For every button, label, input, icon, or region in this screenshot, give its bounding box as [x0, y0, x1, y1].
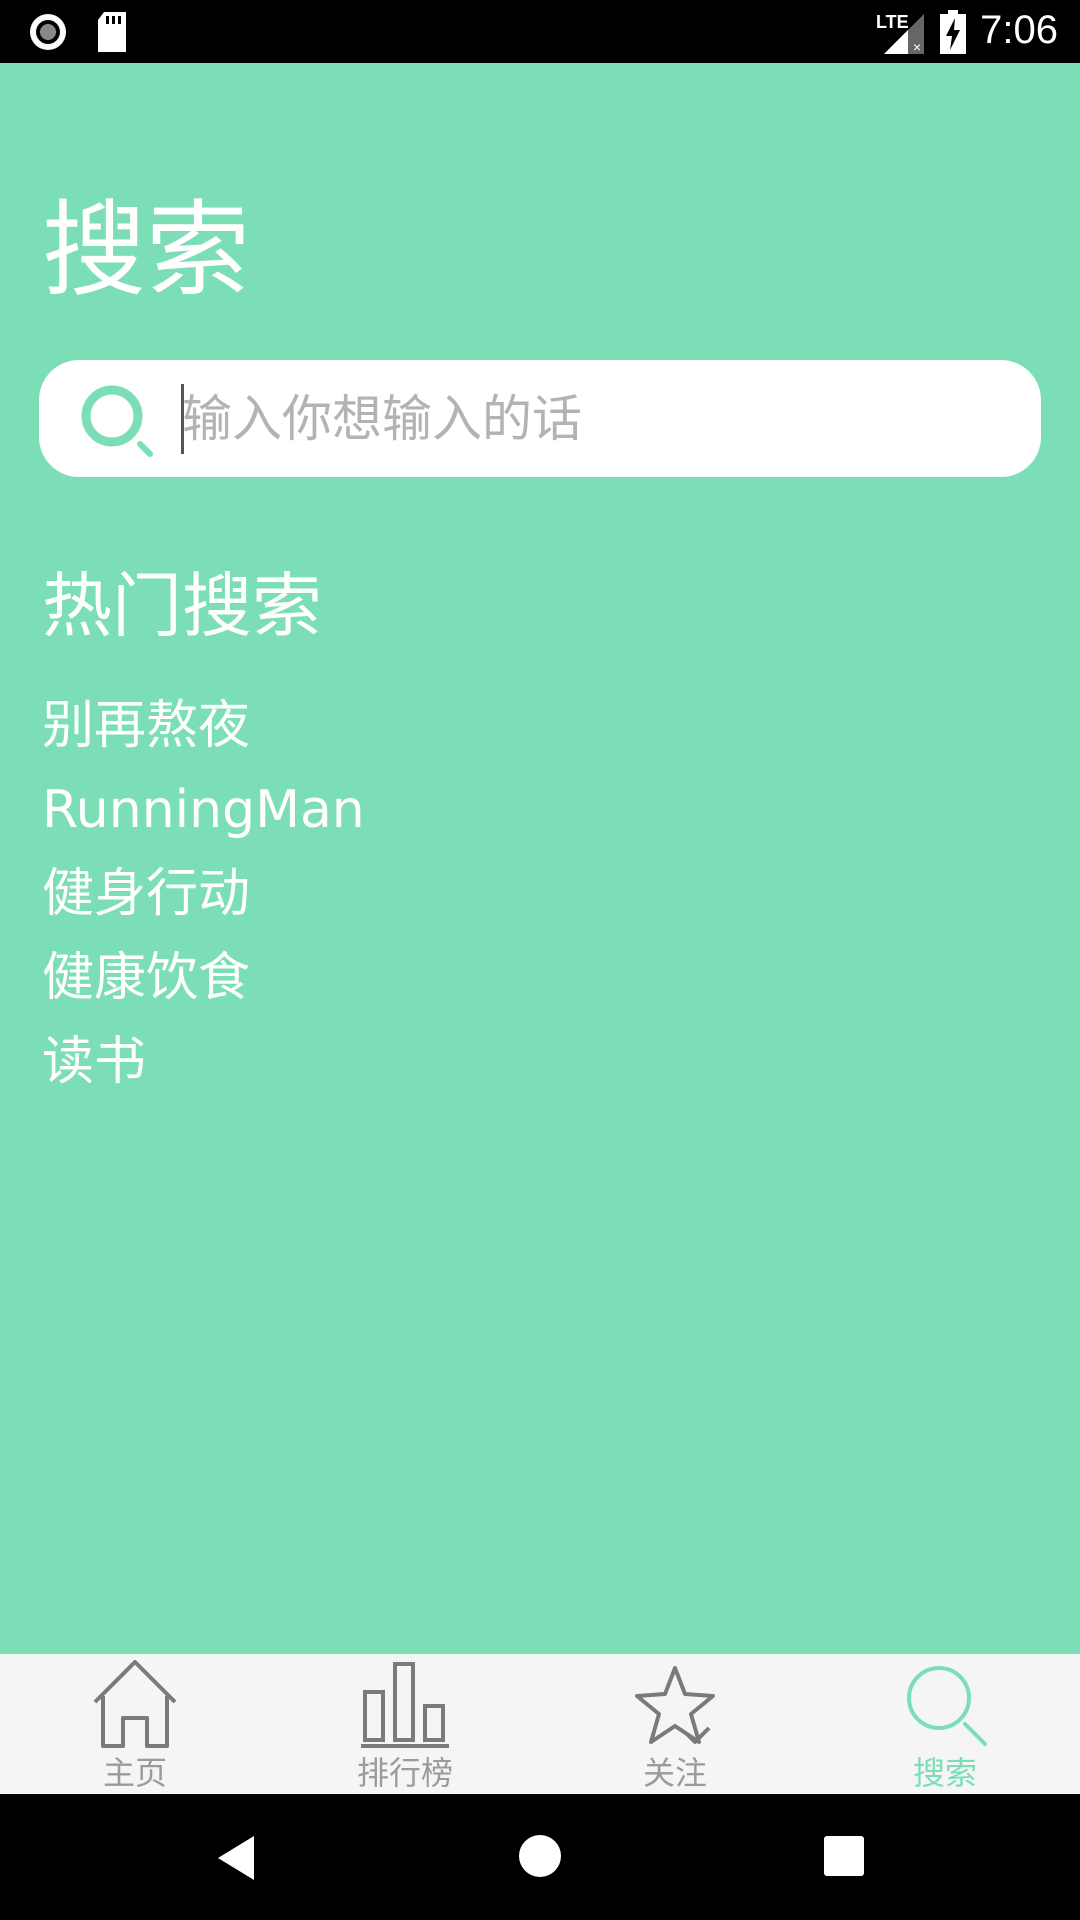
recents-icon[interactable]: [824, 1836, 864, 1876]
status-bar: LTE × 7:06: [0, 0, 1080, 63]
hot-search-item[interactable]: 健康饮食: [42, 942, 365, 1026]
nav-search[interactable]: 搜索: [810, 1654, 1080, 1794]
star-icon: [635, 1666, 715, 1744]
system-nav-bar: [0, 1794, 1080, 1920]
nav-home[interactable]: 主页: [0, 1654, 270, 1794]
battery-charging-icon: [940, 10, 966, 54]
nav-label: 搜索: [912, 1754, 977, 1792]
hot-search-item[interactable]: 读书: [42, 1026, 365, 1110]
hot-search-item[interactable]: 别再熬夜: [42, 690, 365, 774]
home-icon: [93, 1660, 177, 1748]
nav-label: 关注: [642, 1754, 707, 1792]
back-icon[interactable]: [214, 1834, 258, 1882]
status-time: 7:06: [980, 8, 1058, 52]
hot-search-title: 热门搜索: [42, 565, 322, 647]
svg-text:×: ×: [913, 39, 921, 54]
bar-chart-icon: [361, 1662, 449, 1748]
nav-label: 排行榜: [356, 1754, 453, 1792]
search-input[interactable]: [182, 384, 1002, 454]
nav-ranking[interactable]: 排行榜: [270, 1654, 540, 1794]
nav-label: 主页: [102, 1754, 167, 1792]
record-icon: [30, 14, 66, 50]
search-icon: [81, 385, 153, 457]
hot-search-list: 别再熬夜 RunningMan 健身行动 健康饮食 读书: [42, 690, 365, 1110]
page-title: 搜索: [42, 189, 251, 311]
home-button-icon[interactable]: [518, 1834, 562, 1878]
search-icon: [907, 1666, 987, 1746]
hot-search-item[interactable]: RunningMan: [42, 774, 365, 858]
signal-icon: ×: [884, 14, 924, 54]
sd-card-icon: [98, 12, 126, 52]
nav-follow[interactable]: 关注: [540, 1654, 810, 1794]
hot-search-item[interactable]: 健身行动: [42, 858, 365, 942]
bottom-nav: 主页 排行榜 关注 搜索: [0, 1654, 1080, 1794]
